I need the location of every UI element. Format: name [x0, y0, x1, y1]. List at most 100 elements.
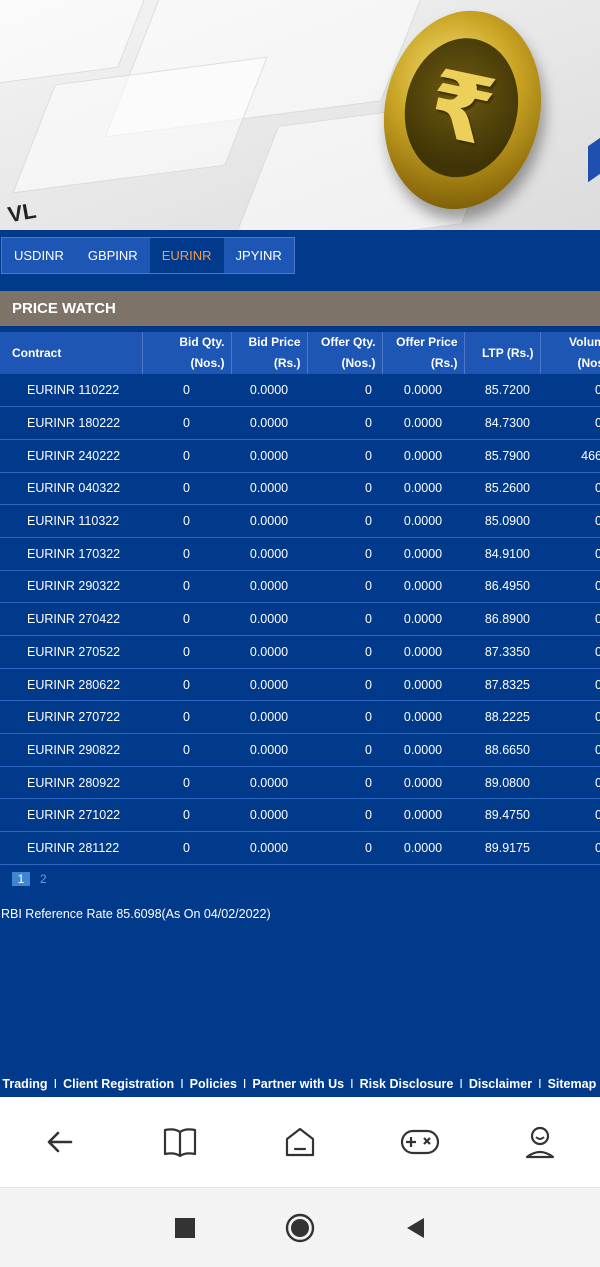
table-cell: 0.0000 — [382, 504, 464, 538]
table-cell: 0 — [540, 798, 600, 833]
table-row[interactable]: EURINR 270722 0 0.0000 0 0.0000 88.2225 0 — [0, 700, 600, 735]
recent-apps-icon[interactable] — [174, 1217, 196, 1239]
tab-jpyinr[interactable]: JPYINR — [223, 238, 294, 273]
column-header: LTP (Rs.) — [464, 332, 541, 374]
back-triangle-icon[interactable] — [404, 1216, 426, 1240]
table-cell: 0.0000 — [231, 733, 307, 767]
footer-link[interactable]: Risk Disclosure — [360, 1077, 454, 1091]
table-cell: 85.7900 — [464, 439, 540, 473]
column-header-label: Contract — [12, 345, 62, 360]
table-row[interactable]: EURINR 290322 0 0.0000 0 0.0000 86.4950 0 — [0, 570, 600, 604]
table-cell: 0 — [540, 602, 600, 636]
back-button[interactable] — [30, 1112, 90, 1172]
table-row[interactable]: EURINR 110222 0 0.0000 0 0.0000 85.7200 0 — [0, 374, 600, 408]
table-cell: 0 — [142, 570, 231, 604]
table-cell: 89.9175 — [464, 831, 540, 865]
contract-cell: EURINR 270522 — [0, 635, 142, 669]
carousel-next-icon[interactable] — [588, 133, 600, 183]
table-cell: 0.0000 — [231, 668, 307, 702]
table-cell: 0.0000 — [231, 439, 307, 473]
contract-cell: EURINR 240222 — [0, 439, 142, 473]
column-header: Offer Price (Rs.) — [382, 332, 465, 374]
contract-cell: EURINR 180222 — [0, 406, 142, 440]
currency-tabs: USDINR GBPINR EURINR JPYINR — [1, 237, 295, 274]
table-cell: 0 — [142, 602, 231, 636]
system-nav-bar — [0, 1187, 600, 1267]
table-row[interactable]: EURINR 290822 0 0.0000 0 0.0000 88.6650 0 — [0, 733, 600, 767]
column-header: Contract — [0, 332, 143, 374]
table-cell: 0.0000 — [382, 570, 464, 604]
table-cell: 88.2225 — [464, 700, 540, 735]
home-button[interactable] — [270, 1112, 330, 1172]
tab-usdinr[interactable]: USDINR — [2, 238, 76, 273]
table-cell: 88.6650 — [464, 733, 540, 767]
table-row[interactable]: EURINR 270422 0 0.0000 0 0.0000 86.8900 0 — [0, 602, 600, 636]
table-cell: 0 — [307, 668, 382, 702]
table-row[interactable]: EURINR 280922 0 0.0000 0 0.0000 89.0800 0 — [0, 766, 600, 800]
table-cell: 0 — [540, 700, 600, 735]
table-cell: 0 — [540, 668, 600, 702]
table-cell: 0.0000 — [382, 831, 464, 865]
contract-cell: EURINR 271022 — [0, 798, 142, 833]
table-row[interactable]: EURINR 040322 0 0.0000 0 0.0000 85.2600 0 — [0, 472, 600, 506]
footer-separator: I — [53, 1077, 58, 1091]
footer-link[interactable]: e Trading — [0, 1077, 48, 1091]
column-header-label: Offer Price — [396, 335, 458, 349]
contract-cell: EURINR 270722 — [0, 700, 142, 735]
table-cell: 0.0000 — [231, 374, 307, 408]
table-cell: 0 — [307, 537, 382, 571]
footer-link[interactable]: Policies — [190, 1077, 237, 1091]
page-1-button[interactable]: 1 — [12, 872, 30, 886]
footer-link[interactable]: Partner with Us — [252, 1077, 344, 1091]
tab-eurinr[interactable]: EURINR — [149, 238, 224, 273]
main-content: USDINR GBPINR EURINR JPYINR PRICE WATCH … — [0, 230, 600, 1097]
table-cell: 0 — [142, 472, 231, 506]
table-cell: 0.0000 — [382, 766, 464, 800]
table-cell: 466 — [540, 439, 600, 473]
table-cell: 0 — [307, 472, 382, 506]
table-cell: 0 — [540, 766, 600, 800]
table-cell: 0.0000 — [231, 570, 307, 604]
table-cell: 0.0000 — [231, 700, 307, 735]
games-button[interactable] — [390, 1112, 450, 1172]
tab-gbpinr[interactable]: GBPINR — [75, 238, 150, 273]
footer-link[interactable]: Client Registration — [63, 1077, 174, 1091]
page-2-link[interactable]: 2 — [40, 872, 47, 886]
column-header-label: (Nos.) — [190, 356, 225, 370]
column-header: Bid Qty. (Nos.) — [142, 332, 232, 374]
table-cell: 0 — [307, 831, 382, 865]
table-row[interactable]: EURINR 170322 0 0.0000 0 0.0000 84.9100 0 — [0, 537, 600, 571]
footer-separator: I — [596, 1077, 600, 1091]
table-cell: 0 — [307, 766, 382, 800]
table-cell: 0.0000 — [382, 733, 464, 767]
table-row[interactable]: EURINR 280622 0 0.0000 0 0.0000 87.8325 0 — [0, 668, 600, 702]
table-row[interactable]: EURINR 110322 0 0.0000 0 0.0000 85.0900 0 — [0, 504, 600, 538]
table-cell: 0.0000 — [231, 635, 307, 669]
table-cell: 0.0000 — [231, 406, 307, 440]
rupee-icon: ₹ — [419, 48, 504, 167]
table-cell: 0 — [142, 798, 231, 833]
table-row[interactable]: EURINR 271022 0 0.0000 0 0.0000 89.4750 0 — [0, 798, 600, 833]
table-row[interactable]: EURINR 270522 0 0.0000 0 0.0000 87.3350 0 — [0, 635, 600, 669]
bookmarks-button[interactable] — [150, 1112, 210, 1172]
table-row[interactable]: EURINR 281122 0 0.0000 0 0.0000 89.9175 0 — [0, 831, 600, 865]
contract-cell: EURINR 280622 — [0, 668, 142, 702]
table-cell: 0 — [142, 635, 231, 669]
footer-link[interactable]: Sitemap — [548, 1077, 597, 1091]
footer-separator: I — [242, 1077, 247, 1091]
column-header-label: (Rs.) — [273, 356, 301, 370]
table-cell: 0.0000 — [231, 602, 307, 636]
contract-cell: EURINR 290822 — [0, 733, 142, 767]
contract-cell: EURINR 110222 — [0, 374, 142, 408]
table-cell: 0 — [307, 504, 382, 538]
profile-button[interactable] — [510, 1112, 570, 1172]
table-cell: 0.0000 — [231, 472, 307, 506]
table-cell: 0 — [142, 406, 231, 440]
table-header-row: Contract Bid Qty. (Nos.) Bid Price (Rs.) Offe… — [0, 332, 600, 374]
table-row[interactable]: EURINR 180222 0 0.0000 0 0.0000 84.7300 0 — [0, 406, 600, 440]
table-row[interactable]: EURINR 240222 0 0.0000 0 0.0000 85.7900 466 — [0, 439, 600, 473]
table-cell: 0.0000 — [382, 472, 464, 506]
footer-link[interactable]: Disclaimer — [469, 1077, 532, 1091]
home-circle-icon[interactable] — [285, 1213, 315, 1243]
table-cell: 0 — [142, 831, 231, 865]
